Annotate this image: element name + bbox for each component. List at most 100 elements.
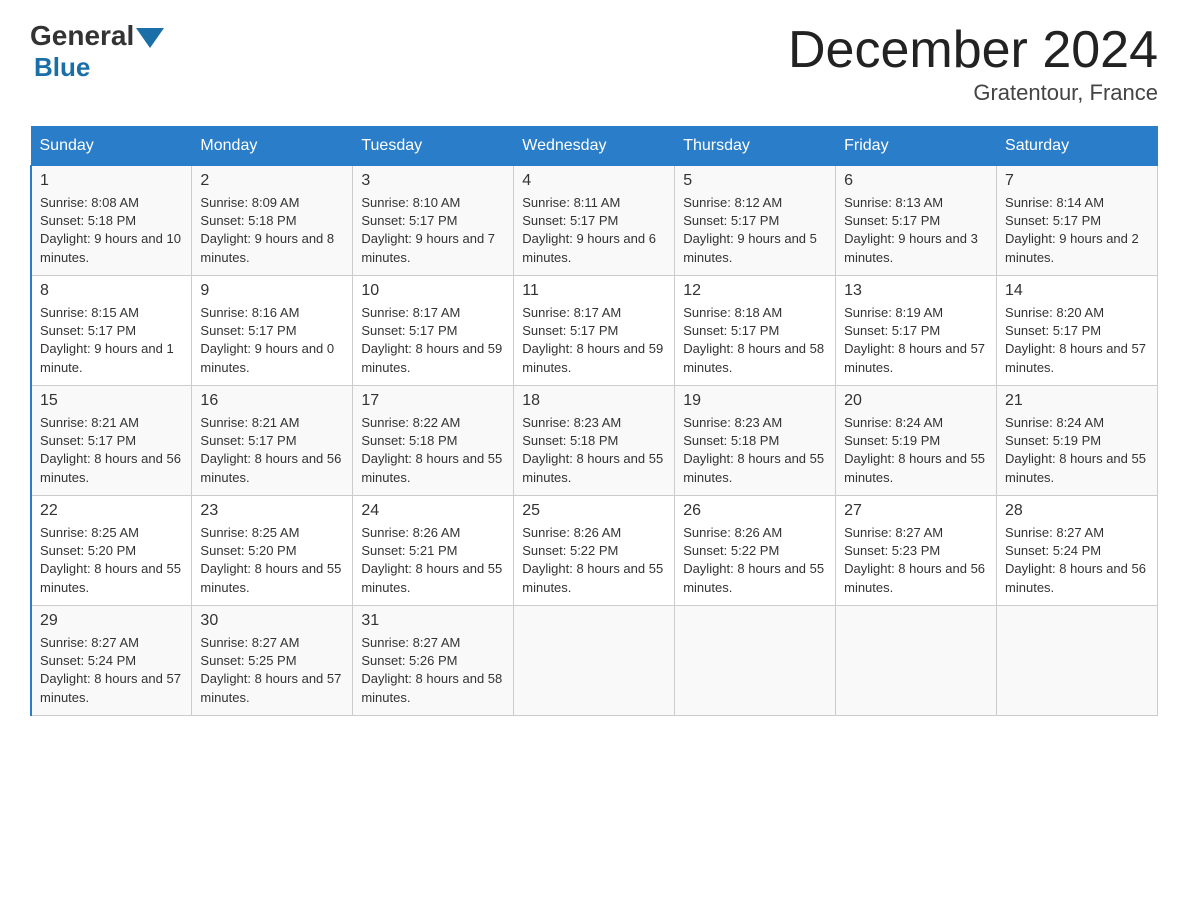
day-number: 18 [522, 392, 666, 410]
calendar-week-row: 29 Sunrise: 8:27 AMSunset: 5:24 PMDaylig… [31, 606, 1158, 716]
table-row: 22 Sunrise: 8:25 AMSunset: 5:20 PMDaylig… [31, 496, 192, 606]
table-row: 7 Sunrise: 8:14 AMSunset: 5:17 PMDayligh… [997, 166, 1158, 276]
day-info: Sunrise: 8:23 AMSunset: 5:18 PMDaylight:… [683, 414, 827, 487]
day-info: Sunrise: 8:26 AMSunset: 5:22 PMDaylight:… [522, 524, 666, 597]
day-info: Sunrise: 8:22 AMSunset: 5:18 PMDaylight:… [361, 414, 505, 487]
table-row [514, 606, 675, 716]
table-row [675, 606, 836, 716]
day-number: 9 [200, 282, 344, 300]
logo-triangle-icon [136, 28, 164, 48]
day-number: 15 [40, 392, 183, 410]
day-number: 4 [522, 172, 666, 190]
day-info: Sunrise: 8:27 AMSunset: 5:25 PMDaylight:… [200, 634, 344, 707]
table-row: 18 Sunrise: 8:23 AMSunset: 5:18 PMDaylig… [514, 386, 675, 496]
day-info: Sunrise: 8:11 AMSunset: 5:17 PMDaylight:… [522, 194, 666, 267]
logo-top: General [30, 20, 164, 52]
logo: General Blue [30, 20, 164, 83]
day-info: Sunrise: 8:25 AMSunset: 5:20 PMDaylight:… [200, 524, 344, 597]
day-info: Sunrise: 8:19 AMSunset: 5:17 PMDaylight:… [844, 304, 988, 377]
table-row: 4 Sunrise: 8:11 AMSunset: 5:17 PMDayligh… [514, 166, 675, 276]
table-row: 19 Sunrise: 8:23 AMSunset: 5:18 PMDaylig… [675, 386, 836, 496]
table-row: 17 Sunrise: 8:22 AMSunset: 5:18 PMDaylig… [353, 386, 514, 496]
day-info: Sunrise: 8:27 AMSunset: 5:26 PMDaylight:… [361, 634, 505, 707]
day-info: Sunrise: 8:27 AMSunset: 5:23 PMDaylight:… [844, 524, 988, 597]
day-info: Sunrise: 8:21 AMSunset: 5:17 PMDaylight:… [40, 414, 183, 487]
table-row: 10 Sunrise: 8:17 AMSunset: 5:17 PMDaylig… [353, 276, 514, 386]
table-row: 14 Sunrise: 8:20 AMSunset: 5:17 PMDaylig… [997, 276, 1158, 386]
table-row: 26 Sunrise: 8:26 AMSunset: 5:22 PMDaylig… [675, 496, 836, 606]
day-info: Sunrise: 8:20 AMSunset: 5:17 PMDaylight:… [1005, 304, 1149, 377]
day-number: 31 [361, 612, 505, 630]
calendar-table: Sunday Monday Tuesday Wednesday Thursday… [30, 126, 1158, 716]
table-row: 27 Sunrise: 8:27 AMSunset: 5:23 PMDaylig… [836, 496, 997, 606]
day-info: Sunrise: 8:25 AMSunset: 5:20 PMDaylight:… [40, 524, 183, 597]
header-friday: Friday [836, 127, 997, 166]
calendar-week-row: 22 Sunrise: 8:25 AMSunset: 5:20 PMDaylig… [31, 496, 1158, 606]
calendar-week-row: 8 Sunrise: 8:15 AMSunset: 5:17 PMDayligh… [31, 276, 1158, 386]
day-number: 11 [522, 282, 666, 300]
month-year-title: December 2024 [788, 20, 1158, 80]
day-number: 24 [361, 502, 505, 520]
table-row: 8 Sunrise: 8:15 AMSunset: 5:17 PMDayligh… [31, 276, 192, 386]
calendar-week-row: 15 Sunrise: 8:21 AMSunset: 5:17 PMDaylig… [31, 386, 1158, 496]
day-info: Sunrise: 8:26 AMSunset: 5:22 PMDaylight:… [683, 524, 827, 597]
day-info: Sunrise: 8:17 AMSunset: 5:17 PMDaylight:… [522, 304, 666, 377]
day-info: Sunrise: 8:16 AMSunset: 5:17 PMDaylight:… [200, 304, 344, 377]
day-number: 6 [844, 172, 988, 190]
day-number: 17 [361, 392, 505, 410]
table-row: 12 Sunrise: 8:18 AMSunset: 5:17 PMDaylig… [675, 276, 836, 386]
day-info: Sunrise: 8:09 AMSunset: 5:18 PMDaylight:… [200, 194, 344, 267]
day-number: 5 [683, 172, 827, 190]
table-row: 9 Sunrise: 8:16 AMSunset: 5:17 PMDayligh… [192, 276, 353, 386]
table-row: 11 Sunrise: 8:17 AMSunset: 5:17 PMDaylig… [514, 276, 675, 386]
table-row: 6 Sunrise: 8:13 AMSunset: 5:17 PMDayligh… [836, 166, 997, 276]
day-info: Sunrise: 8:17 AMSunset: 5:17 PMDaylight:… [361, 304, 505, 377]
table-row: 28 Sunrise: 8:27 AMSunset: 5:24 PMDaylig… [997, 496, 1158, 606]
day-number: 20 [844, 392, 988, 410]
day-number: 13 [844, 282, 988, 300]
table-row: 23 Sunrise: 8:25 AMSunset: 5:20 PMDaylig… [192, 496, 353, 606]
day-info: Sunrise: 8:24 AMSunset: 5:19 PMDaylight:… [844, 414, 988, 487]
day-number: 28 [1005, 502, 1149, 520]
table-row: 15 Sunrise: 8:21 AMSunset: 5:17 PMDaylig… [31, 386, 192, 496]
title-section: December 2024 Gratentour, France [788, 20, 1158, 106]
table-row: 29 Sunrise: 8:27 AMSunset: 5:24 PMDaylig… [31, 606, 192, 716]
table-row: 5 Sunrise: 8:12 AMSunset: 5:17 PMDayligh… [675, 166, 836, 276]
day-info: Sunrise: 8:13 AMSunset: 5:17 PMDaylight:… [844, 194, 988, 267]
day-info: Sunrise: 8:23 AMSunset: 5:18 PMDaylight:… [522, 414, 666, 487]
day-number: 23 [200, 502, 344, 520]
day-info: Sunrise: 8:21 AMSunset: 5:17 PMDaylight:… [200, 414, 344, 487]
header-wednesday: Wednesday [514, 127, 675, 166]
table-row: 2 Sunrise: 8:09 AMSunset: 5:18 PMDayligh… [192, 166, 353, 276]
header-monday: Monday [192, 127, 353, 166]
day-number: 1 [40, 172, 183, 190]
day-number: 8 [40, 282, 183, 300]
day-number: 26 [683, 502, 827, 520]
day-info: Sunrise: 8:12 AMSunset: 5:17 PMDaylight:… [683, 194, 827, 267]
day-number: 10 [361, 282, 505, 300]
table-row: 3 Sunrise: 8:10 AMSunset: 5:17 PMDayligh… [353, 166, 514, 276]
header-tuesday: Tuesday [353, 127, 514, 166]
table-row: 31 Sunrise: 8:27 AMSunset: 5:26 PMDaylig… [353, 606, 514, 716]
day-info: Sunrise: 8:10 AMSunset: 5:17 PMDaylight:… [361, 194, 505, 267]
day-info: Sunrise: 8:27 AMSunset: 5:24 PMDaylight:… [1005, 524, 1149, 597]
header-saturday: Saturday [997, 127, 1158, 166]
day-info: Sunrise: 8:26 AMSunset: 5:21 PMDaylight:… [361, 524, 505, 597]
day-info: Sunrise: 8:27 AMSunset: 5:24 PMDaylight:… [40, 634, 183, 707]
day-number: 29 [40, 612, 183, 630]
day-info: Sunrise: 8:08 AMSunset: 5:18 PMDaylight:… [40, 194, 183, 267]
logo-blue-text: Blue [34, 52, 90, 83]
day-number: 27 [844, 502, 988, 520]
day-number: 25 [522, 502, 666, 520]
table-row: 30 Sunrise: 8:27 AMSunset: 5:25 PMDaylig… [192, 606, 353, 716]
table-row: 16 Sunrise: 8:21 AMSunset: 5:17 PMDaylig… [192, 386, 353, 496]
day-number: 22 [40, 502, 183, 520]
table-row: 13 Sunrise: 8:19 AMSunset: 5:17 PMDaylig… [836, 276, 997, 386]
day-info: Sunrise: 8:15 AMSunset: 5:17 PMDaylight:… [40, 304, 183, 377]
calendar-header-row: Sunday Monday Tuesday Wednesday Thursday… [31, 127, 1158, 166]
location-label: Gratentour, France [788, 80, 1158, 106]
day-number: 12 [683, 282, 827, 300]
table-row: 25 Sunrise: 8:26 AMSunset: 5:22 PMDaylig… [514, 496, 675, 606]
day-info: Sunrise: 8:18 AMSunset: 5:17 PMDaylight:… [683, 304, 827, 377]
table-row: 1 Sunrise: 8:08 AMSunset: 5:18 PMDayligh… [31, 166, 192, 276]
